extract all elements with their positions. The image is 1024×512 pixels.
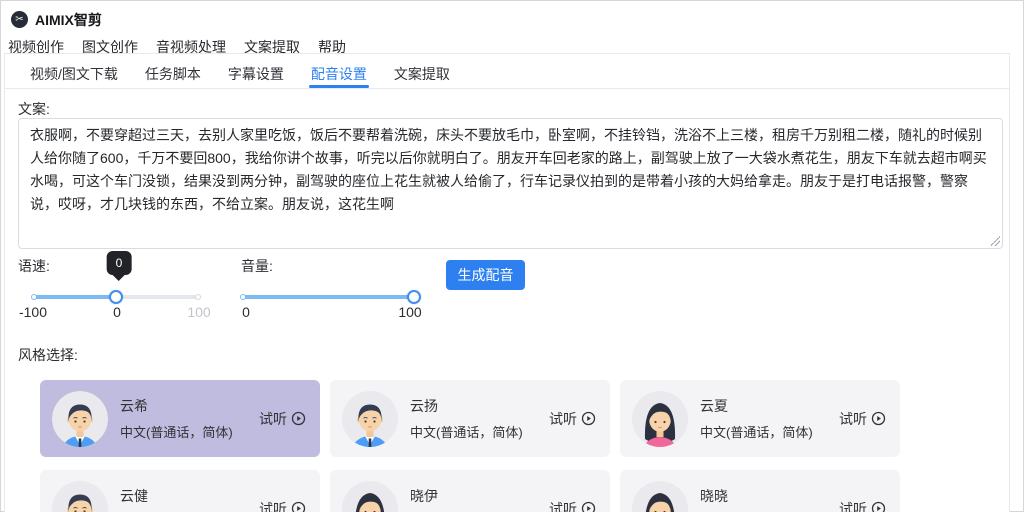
speed-slider-max-dot bbox=[195, 294, 201, 300]
male-avatar-icon bbox=[342, 391, 398, 447]
female-avatar-icon bbox=[342, 481, 398, 512]
menu-help[interactable]: 帮助 bbox=[318, 37, 346, 52]
voice-meta: 云扬 中文(普通话，简体) bbox=[410, 396, 549, 441]
voice-avatar bbox=[632, 481, 688, 512]
voice-desc: 中文(普通话，简体) bbox=[410, 422, 549, 441]
voice-card[interactable]: 晓晓 中文(普通话，简体) 试听 bbox=[620, 470, 900, 512]
voice-name: 云扬 bbox=[410, 396, 549, 416]
volume-slider[interactable] bbox=[242, 295, 414, 299]
speed-label: 语速: bbox=[18, 256, 50, 276]
voice-listen-button[interactable]: 试听 bbox=[549, 499, 596, 512]
voice-card[interactable]: 云希 中文(普通话，简体) 试听 bbox=[40, 380, 320, 457]
female-avatar-icon bbox=[632, 391, 688, 447]
voice-avatar bbox=[632, 391, 688, 447]
menu-copy-extract[interactable]: 文案提取 bbox=[244, 37, 300, 52]
voice-avatar bbox=[52, 481, 108, 512]
menu-av-processing[interactable]: 音视频处理 bbox=[156, 37, 226, 52]
volume-slider-thumb[interactable] bbox=[407, 290, 421, 304]
style-select-label: 风格选择: bbox=[18, 345, 78, 365]
voice-card-grid: 云希 中文(普通话，简体) 试听 bbox=[40, 380, 920, 512]
voice-meta: 晓晓 中文(普通话，简体) bbox=[700, 486, 839, 512]
app-logo-icon: ✂ bbox=[11, 11, 28, 28]
male-avatar-icon bbox=[52, 391, 108, 447]
volume-label: 音量: bbox=[241, 256, 273, 276]
voice-card[interactable]: 晓伊 中文(普通话，简体) 试听 bbox=[330, 470, 610, 512]
voice-desc: 中文(普通话，简体) bbox=[120, 422, 259, 441]
volume-tick-min: 0 bbox=[242, 304, 250, 320]
speed-tooltip: 0 bbox=[107, 251, 132, 275]
speed-slider-thumb[interactable] bbox=[109, 290, 123, 304]
voice-card[interactable]: 云健 中文(普通话，简体) 试听 bbox=[40, 470, 320, 512]
voice-listen-button[interactable]: 试听 bbox=[549, 409, 596, 429]
volume-slider-fill bbox=[242, 295, 414, 299]
play-circle-icon bbox=[291, 501, 306, 512]
voice-name: 云希 bbox=[120, 396, 259, 416]
voice-listen-button[interactable]: 试听 bbox=[839, 499, 886, 512]
tab-copy-extract[interactable]: 文案提取 bbox=[394, 64, 450, 88]
voice-name: 云夏 bbox=[700, 396, 839, 416]
female-avatar-icon bbox=[632, 481, 688, 512]
voice-listen-label: 试听 bbox=[839, 409, 867, 429]
voice-listen-button[interactable]: 试听 bbox=[259, 499, 306, 512]
voice-listen-button[interactable]: 试听 bbox=[259, 409, 306, 429]
voice-meta: 晓伊 中文(普通话，简体) bbox=[410, 486, 549, 512]
app-title: AIMIX智剪 bbox=[35, 10, 102, 30]
speed-slider[interactable] bbox=[33, 295, 199, 299]
voice-name: 云健 bbox=[120, 486, 259, 506]
voice-avatar bbox=[342, 391, 398, 447]
voice-avatar bbox=[52, 391, 108, 447]
voice-name: 晓伊 bbox=[410, 486, 549, 506]
menu-image-text-create[interactable]: 图文创作 bbox=[82, 37, 138, 52]
play-circle-icon bbox=[871, 501, 886, 512]
tab-bar: 视频/图文下载 任务脚本 字幕设置 配音设置 文案提取 bbox=[5, 54, 1009, 89]
tab-video-download[interactable]: 视频/图文下载 bbox=[30, 64, 118, 88]
play-circle-icon bbox=[581, 501, 596, 512]
voice-listen-label: 试听 bbox=[259, 499, 287, 512]
voice-name: 晓晓 bbox=[700, 486, 839, 506]
textarea-resize-handle[interactable] bbox=[990, 236, 1000, 246]
voice-listen-label: 试听 bbox=[549, 409, 577, 429]
play-circle-icon bbox=[581, 411, 596, 426]
script-label: 文案: bbox=[18, 99, 50, 119]
tab-dubbing-settings[interactable]: 配音设置 bbox=[311, 64, 367, 88]
voice-listen-button[interactable]: 试听 bbox=[839, 409, 886, 429]
voice-meta: 云健 中文(普通话，简体) bbox=[120, 486, 259, 512]
male-avatar-icon bbox=[52, 481, 108, 512]
speed-tick-min: -100 bbox=[19, 304, 47, 320]
voice-listen-label: 试听 bbox=[549, 499, 577, 512]
menu-video-create[interactable]: 视频创作 bbox=[8, 37, 64, 52]
speed-slider-min-dot bbox=[31, 294, 37, 300]
main-panel: 视频/图文下载 任务脚本 字幕设置 配音设置 文案提取 文案: 衣服啊，不要穿超… bbox=[4, 53, 1010, 512]
app-window: { "app": { "title": "AIMIX智剪" }, "menu":… bbox=[0, 0, 1024, 512]
voice-meta: 云夏 中文(普通话，简体) bbox=[700, 396, 839, 441]
voice-desc: 中文(普通话，简体) bbox=[700, 422, 839, 441]
tab-task-script[interactable]: 任务脚本 bbox=[145, 64, 201, 88]
voice-card[interactable]: 云扬 中文(普通话，简体) 试听 bbox=[330, 380, 610, 457]
play-circle-icon bbox=[291, 411, 306, 426]
script-editor-wrap: 衣服啊，不要穿超过三天，去别人家里吃饭，饭后不要帮着洗碗，床头不要放毛巾，卧室啊… bbox=[18, 118, 1003, 249]
volume-slider-min-dot bbox=[240, 294, 246, 300]
voice-listen-label: 试听 bbox=[259, 409, 287, 429]
speed-slider-fill bbox=[33, 295, 116, 299]
speed-tick-mid: 0 bbox=[113, 304, 121, 320]
volume-tick-max: 100 bbox=[398, 304, 421, 320]
title-bar: ✂ AIMIX智剪 bbox=[1, 1, 1023, 31]
generate-dubbing-button[interactable]: 生成配音 bbox=[446, 260, 525, 290]
tab-subtitle-settings[interactable]: 字幕设置 bbox=[228, 64, 284, 88]
script-textarea[interactable]: 衣服啊，不要穿超过三天，去别人家里吃饭，饭后不要帮着洗碗，床头不要放毛巾，卧室啊… bbox=[18, 118, 1003, 249]
voice-card[interactable]: 云夏 中文(普通话，简体) 试听 bbox=[620, 380, 900, 457]
voice-listen-label: 试听 bbox=[839, 499, 867, 512]
play-circle-icon bbox=[871, 411, 886, 426]
voice-meta: 云希 中文(普通话，简体) bbox=[120, 396, 259, 441]
voice-avatar bbox=[342, 481, 398, 512]
speed-tick-max: 100 bbox=[187, 304, 210, 320]
